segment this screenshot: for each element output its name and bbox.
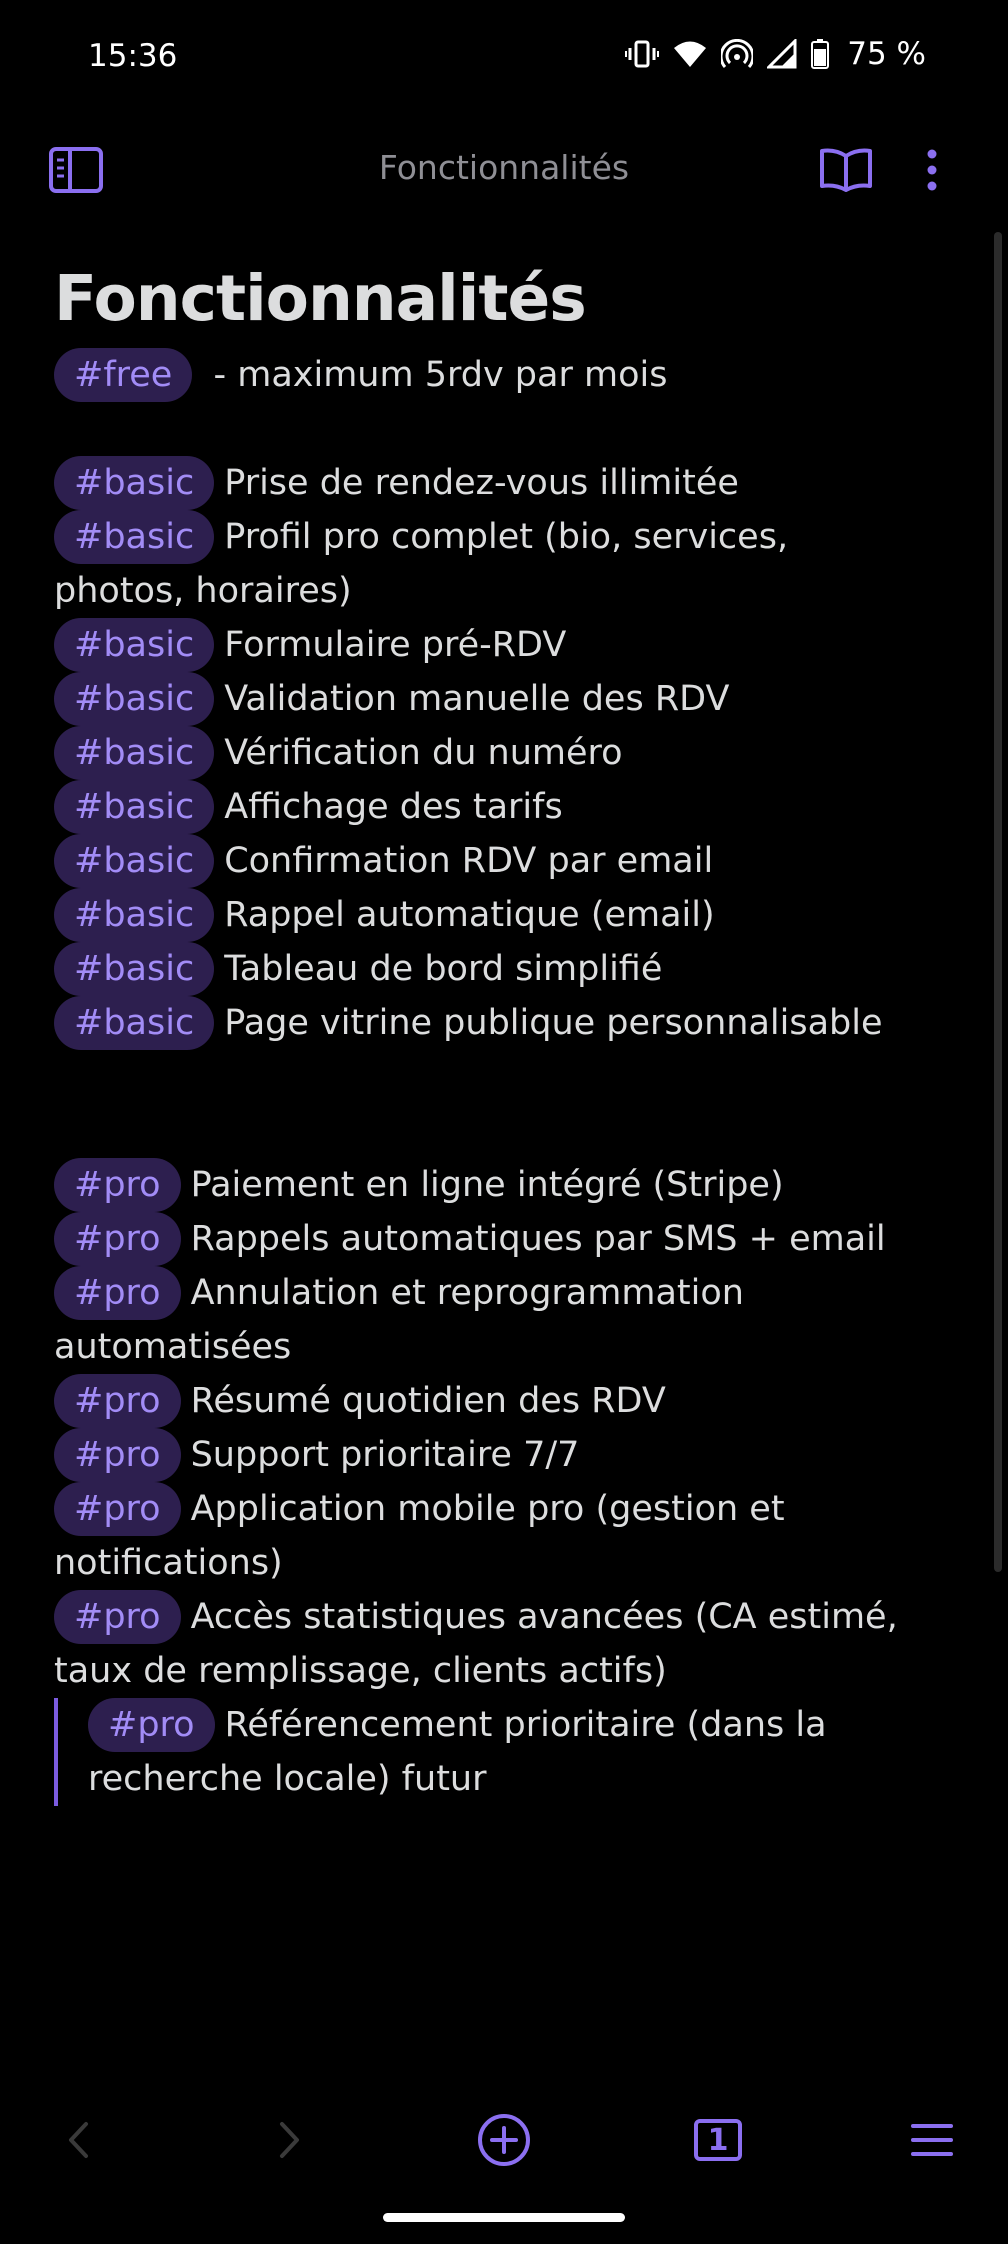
item-text: Paiement en ligne intégré (Stripe) [190,1165,784,1205]
item-text: Validation manuelle des RDV [224,679,730,719]
item-text: Rappels automatiques par SMS + email [190,1219,886,1259]
list-item: #basic Confirmation RDV par email [54,834,924,888]
item-text: Formulaire pré-RDV [224,625,567,665]
tag-basic[interactable]: #basic [54,888,215,942]
list-item: #pro Support prioritaire 7/7 [54,1428,924,1482]
tab-count: 1 [707,2122,729,2158]
battery-percent: 75 % [847,36,926,72]
item-text: Tableau de bord simplifié [224,949,663,989]
status-time: 15:36 [88,38,178,74]
item-text: Rappel automatique (email) [224,895,715,935]
chevron-left-icon[interactable] [38,2100,118,2180]
item-text: Page vitrine publique personnalisable [224,1003,883,1043]
item-text: Affichage des tarifs [224,787,563,827]
list-item: #basic Rappel automatique (email) [54,888,924,942]
tag-pro[interactable]: #pro [54,1590,181,1644]
tag-pro[interactable]: #pro [54,1266,181,1320]
tag-basic[interactable]: #basic [54,672,215,726]
hamburger-menu-icon[interactable] [892,2100,972,2180]
item-text: Prise de rendez-vous illimitée [224,463,739,503]
home-indicator[interactable] [383,2213,625,2222]
item-text: Confirmation RDV par email [224,841,714,881]
tag-basic[interactable]: #basic [54,510,215,564]
tag-basic[interactable]: #basic [54,618,215,672]
tag-pro[interactable]: #pro [54,1482,181,1536]
list-item: #pro Accès statistiques avancées (CA esti… [54,1590,924,1698]
status-icons: 75 % [625,36,926,72]
tag-basic[interactable]: #basic [54,834,215,888]
list-item: #basic Tableau de bord simplifié [54,942,924,996]
tag-free[interactable]: #free [54,348,193,402]
tag-pro[interactable]: #pro [54,1374,181,1428]
tag-basic[interactable]: #basic [54,780,215,834]
tag-basic[interactable]: #basic [54,942,215,996]
list-item: #basic Validation manuelle des RDV [54,672,924,726]
vibrate-icon [625,40,660,68]
item-text: Vérification du numéro [224,733,623,773]
bottom-toolbar: 1 [0,2100,1008,2180]
list-item: #pro Résumé quotidien des RDV [54,1374,924,1428]
free-text: - maximum 5rdv par mois [202,355,668,395]
tag-pro[interactable]: #pro [88,1698,215,1752]
list-item: #pro Paiement en ligne intégré (Stripe) [54,1158,924,1212]
list-item: #basic Profil pro complet (bio, services,… [54,510,924,618]
chevron-right-icon[interactable] [250,2100,330,2180]
status-bar: 15:36 75 % [0,0,1008,116]
signal-icon [767,39,797,69]
wifi-icon [674,41,707,67]
item-text: Support prioritaire 7/7 [190,1435,580,1475]
tabs-icon[interactable]: 1 [678,2100,758,2180]
tag-basic[interactable]: #basic [54,996,215,1050]
tag-pro[interactable]: #pro [54,1428,181,1482]
battery-icon [811,39,830,69]
list-item: #basic Prise de rendez-vous illimitée [54,456,924,510]
tag-pro[interactable]: #pro [54,1158,181,1212]
list-item: #basic Page vitrine publique personnalisa… [54,996,924,1050]
plus-circle-icon[interactable] [464,2100,544,2180]
tag-basic[interactable]: #basic [54,726,215,780]
blockquote: #pro Référencement prioritaire (dans la r… [54,1698,924,1806]
more-vertical-icon[interactable] [912,140,952,200]
tag-basic[interactable]: #basic [54,456,215,510]
list-item: #basic Affichage des tarifs [54,780,924,834]
list-item: #pro Annulation et reprogrammation automa… [54,1266,924,1374]
book-open-icon[interactable] [818,140,874,200]
list-item: #basic Formulaire pré-RDV [54,618,924,672]
tag-pro[interactable]: #pro [54,1212,181,1266]
list-item: #pro Application mobile pro (gestion et n… [54,1482,924,1590]
list-item: #pro Rappels automatiques par SMS + email [54,1212,924,1266]
scrollbar[interactable] [994,232,1002,1572]
item-text: Résumé quotidien des RDV [190,1381,666,1421]
note-heading: Fonctionnalités [54,262,587,335]
free-line: #free - maximum 5rdv par mois [54,348,924,402]
list-item: #basic Vérification du numéro [54,726,924,780]
top-bar: Fonctionnalités [0,130,1008,210]
hotspot-icon [721,39,754,68]
note-content[interactable]: Fonctionnalités #free - maximum 5rdv par… [54,256,924,1806]
